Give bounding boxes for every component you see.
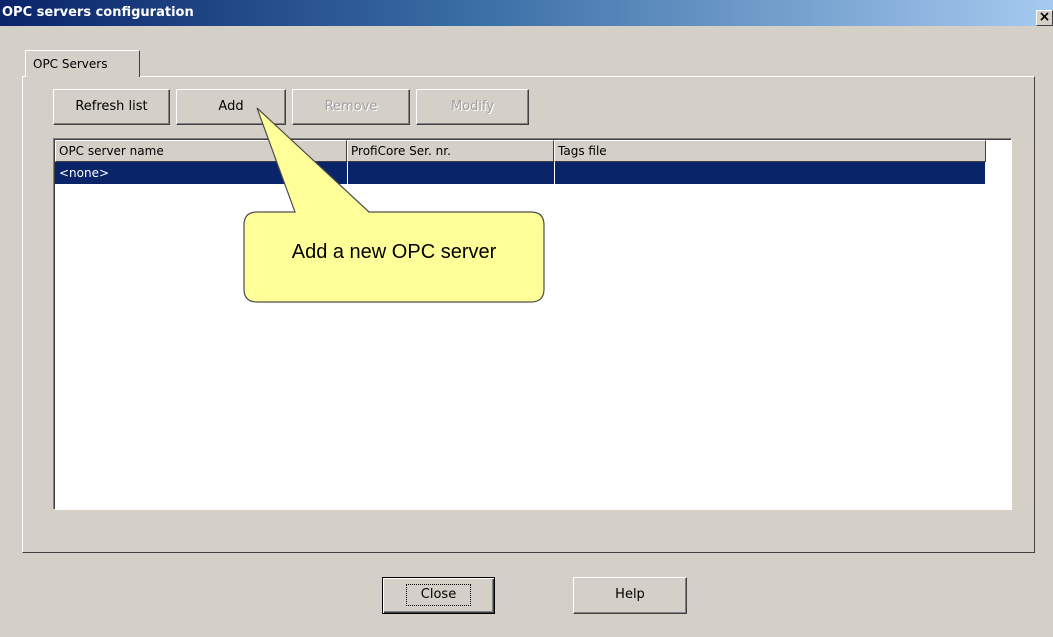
tab-opc-servers[interactable]: OPC Servers	[25, 50, 140, 77]
close-button-label: Close	[405, 584, 472, 606]
callout-text: Add a new OPC server	[291, 241, 497, 263]
help-button[interactable]: Help	[573, 577, 687, 614]
cell-tags-file	[554, 162, 985, 184]
column-header-serial[interactable]: ProfiCore Ser. nr.	[347, 140, 554, 162]
cell-server-name: <none>	[59, 166, 110, 180]
list-header: OPC server name ProfiCore Ser. nr. Tags …	[55, 140, 986, 162]
close-icon[interactable]: ×	[1036, 10, 1053, 26]
tab-label: OPC Servers	[33, 57, 108, 71]
cell-serial	[347, 162, 554, 184]
close-button[interactable]: Close	[382, 577, 495, 614]
column-header-tags-file[interactable]: Tags file	[554, 140, 986, 162]
table-row[interactable]: <none>	[55, 162, 985, 184]
window-title: OPC servers configuration	[2, 5, 194, 20]
column-header-server-name[interactable]: OPC server name	[55, 140, 347, 162]
opc-server-list[interactable]: OPC server name ProfiCore Ser. nr. Tags …	[53, 138, 1012, 510]
title-bar: OPC servers configuration	[0, 0, 1053, 26]
